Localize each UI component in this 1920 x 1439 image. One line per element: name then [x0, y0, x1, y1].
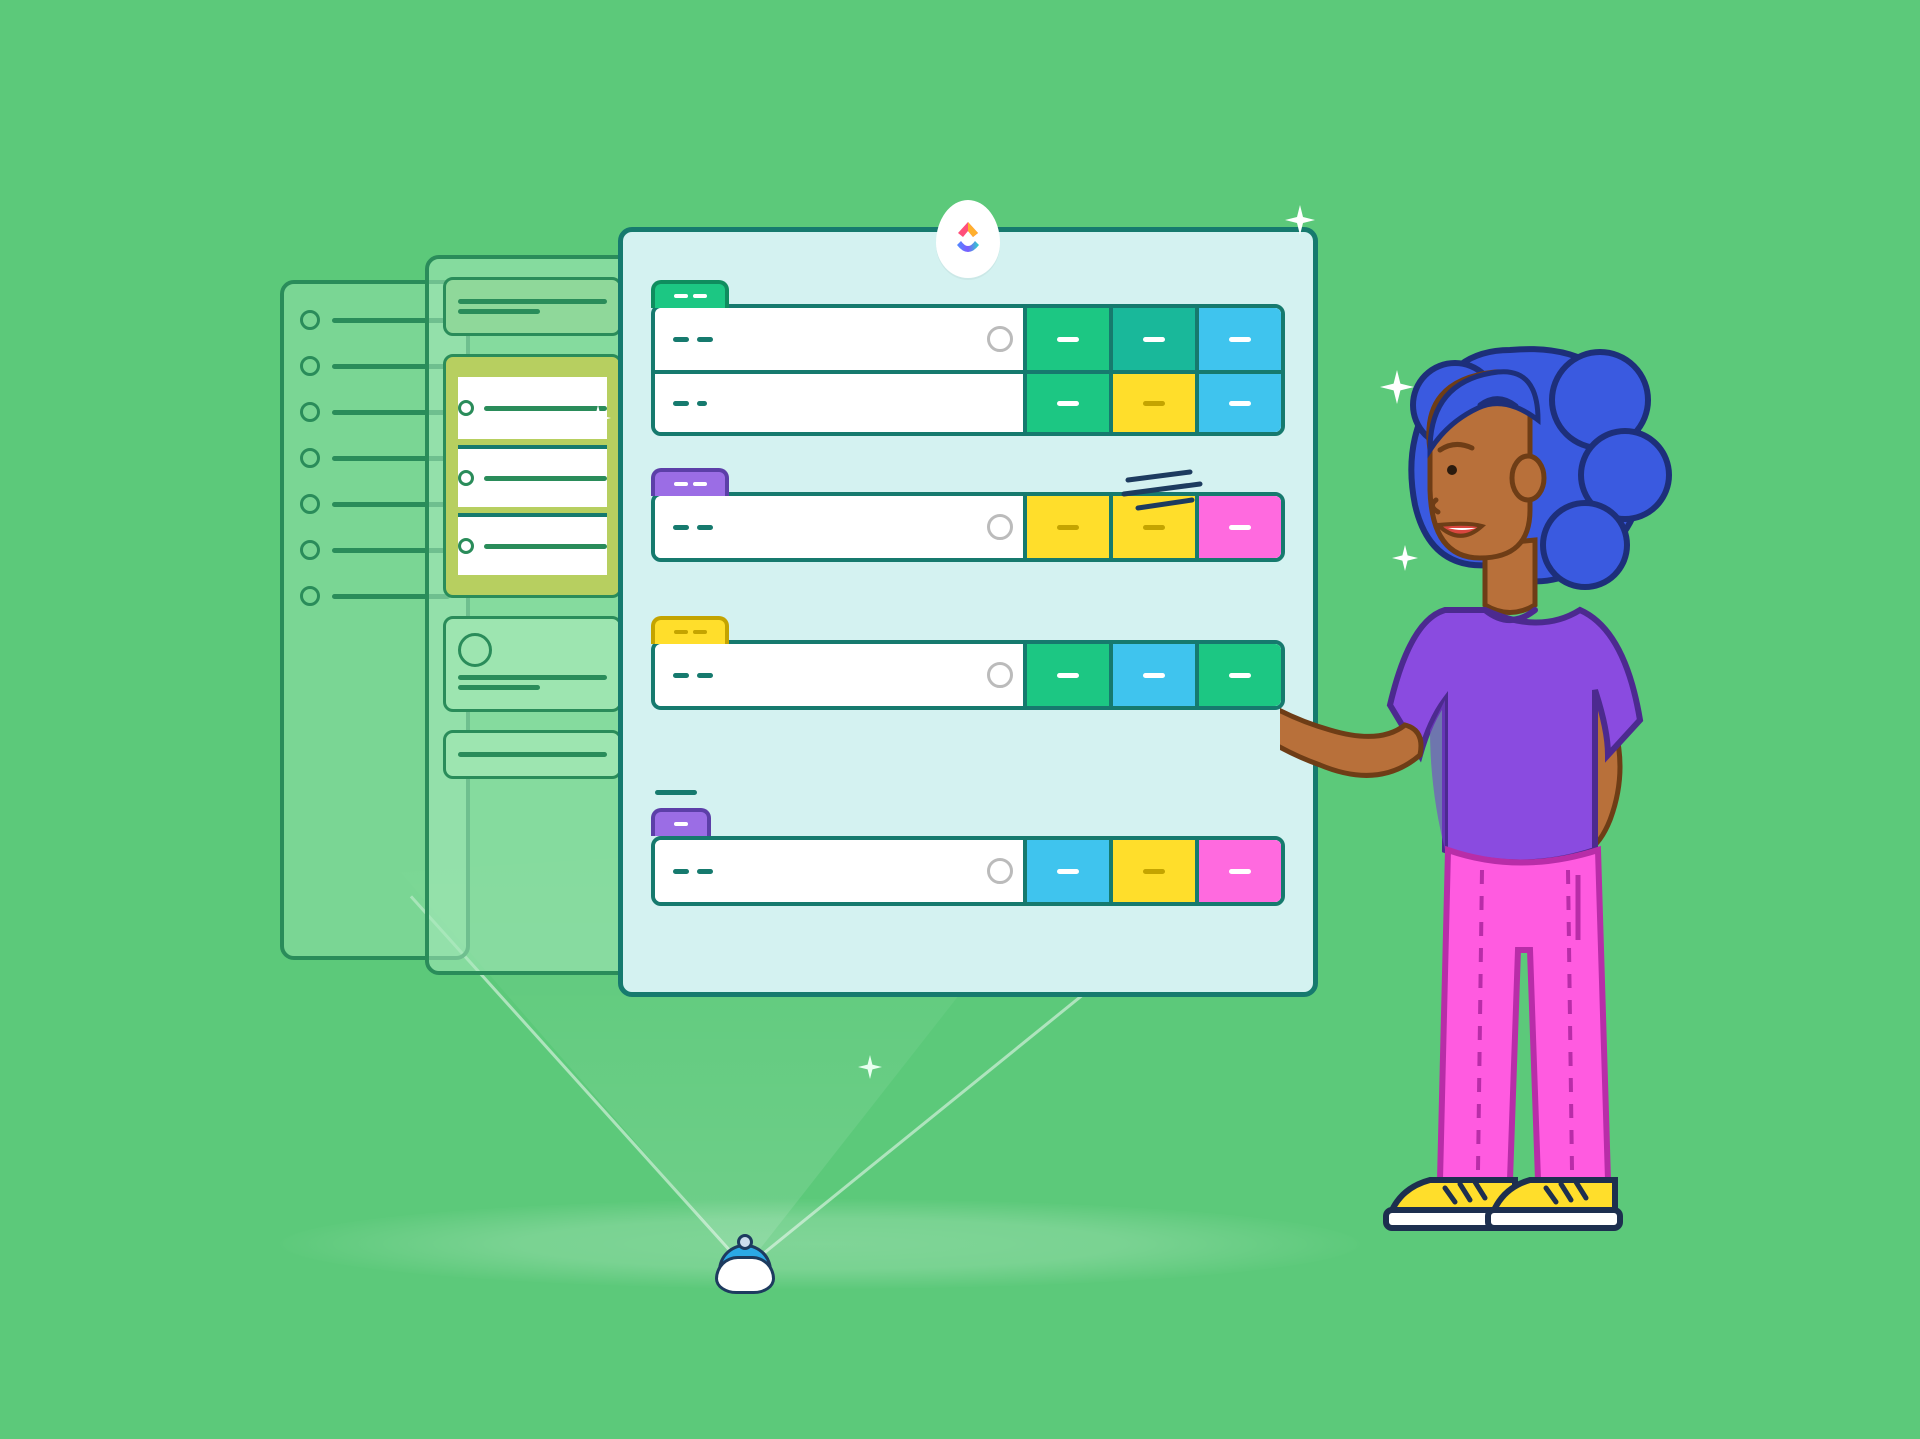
task-name-cell: [655, 496, 1023, 558]
task-name-cell: [655, 644, 1023, 706]
status-cell[interactable]: [1109, 374, 1195, 432]
motion-lines-icon: [1120, 468, 1240, 518]
middle-panel-cards: [425, 255, 640, 975]
hologram-projector: [715, 1244, 775, 1294]
illustration-scene: [0, 0, 1920, 1439]
task-row[interactable]: [655, 308, 1281, 370]
card: [443, 616, 622, 712]
card: [443, 354, 622, 598]
sparkle-icon: [858, 1055, 882, 1079]
group-tab[interactable]: [651, 280, 729, 308]
status-cell[interactable]: [1023, 496, 1109, 558]
avatar-icon: [987, 514, 1013, 540]
task-group: [651, 304, 1285, 436]
status-cell[interactable]: [1195, 308, 1281, 370]
task-group: [651, 812, 1285, 906]
floor-shadow: [280, 1199, 1360, 1289]
front-panel-board: [618, 227, 1318, 997]
status-cell[interactable]: [1109, 308, 1195, 370]
person-illustration: [1280, 310, 1680, 1270]
card: [443, 277, 622, 336]
status-cell[interactable]: [1109, 840, 1195, 902]
group-label-line: [655, 790, 697, 795]
status-cell[interactable]: [1109, 644, 1195, 706]
task-row[interactable]: [655, 370, 1281, 432]
task-row[interactable]: [655, 840, 1281, 902]
sparkle-icon: [1285, 205, 1315, 235]
avatar-icon: [987, 858, 1013, 884]
group-tab[interactable]: [651, 616, 729, 644]
status-cell[interactable]: [1195, 644, 1281, 706]
group-tab[interactable]: [651, 468, 729, 496]
task-name-cell: [655, 840, 1023, 902]
task-row[interactable]: [655, 644, 1281, 706]
avatar-icon: [987, 662, 1013, 688]
status-cell[interactable]: [1023, 308, 1109, 370]
status-cell[interactable]: [1195, 374, 1281, 432]
task-name-cell: [655, 374, 1023, 432]
status-cell[interactable]: [1023, 840, 1109, 902]
task-name-cell: [655, 308, 1023, 370]
status-cell[interactable]: [1195, 840, 1281, 902]
group-tab[interactable]: [651, 808, 711, 836]
task-group: [651, 640, 1285, 710]
status-cell[interactable]: [1023, 644, 1109, 706]
status-cell[interactable]: [1023, 374, 1109, 432]
sparkle-icon: [585, 405, 611, 431]
clickup-logo-icon: [936, 200, 1000, 278]
avatar-icon: [987, 326, 1013, 352]
card: [443, 730, 622, 779]
